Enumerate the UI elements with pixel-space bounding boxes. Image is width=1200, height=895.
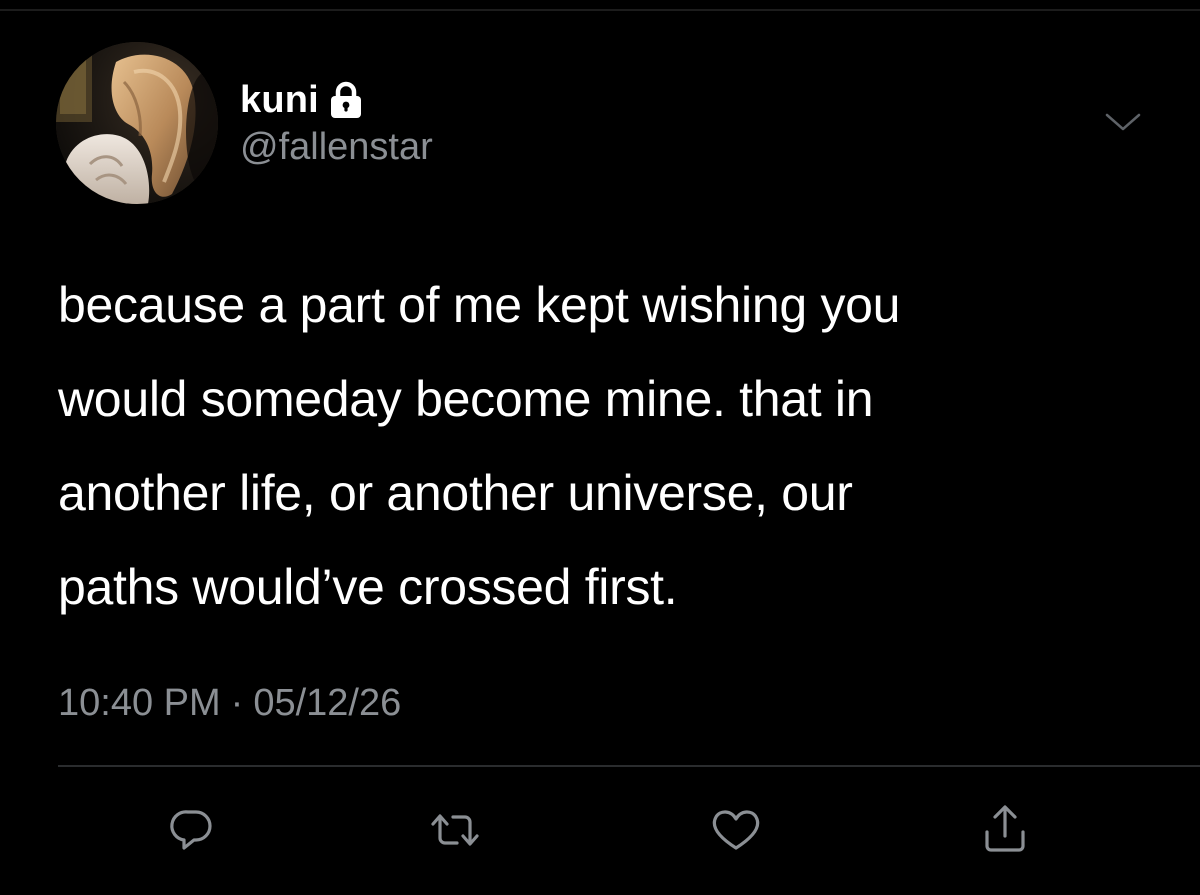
author-name-row: kuni	[240, 76, 363, 124]
author-display-name[interactable]: kuni	[240, 81, 319, 119]
action-bar-divider	[58, 765, 1200, 767]
tweet-text-line: because a part of me kept wishing you	[58, 277, 901, 333]
share-button[interactable]	[975, 800, 1035, 860]
chevron-down-icon[interactable]	[1104, 110, 1142, 134]
timestamp-separator: ·	[230, 682, 244, 724]
tweet-text: because a part of me kept wishing you wo…	[58, 258, 1168, 634]
share-icon	[985, 805, 1025, 852]
avatar[interactable]	[56, 42, 218, 204]
tweet-timestamp: 10:40 PM · 05/12/26	[58, 684, 401, 722]
lock-icon	[329, 81, 363, 119]
tweet-text-line: another life, or another universe, our	[58, 465, 853, 521]
heart-icon	[712, 810, 760, 850]
tweet: kuni @fallenstar because a part of me ke…	[0, 0, 1200, 895]
retweet-icon	[431, 814, 479, 846]
reply-icon	[170, 810, 212, 850]
avatar-image	[56, 42, 218, 204]
author-handle[interactable]: @fallenstar	[240, 128, 433, 166]
reply-button[interactable]	[162, 800, 222, 860]
tweet-time[interactable]: 10:40 PM	[58, 682, 221, 724]
like-button[interactable]	[706, 800, 766, 860]
tweet-date[interactable]: 05/12/26	[253, 682, 401, 724]
tweet-text-line: paths would’ve crossed first.	[58, 559, 678, 615]
tweet-text-line: would someday become mine. that in	[58, 371, 874, 427]
retweet-button[interactable]	[425, 800, 485, 860]
